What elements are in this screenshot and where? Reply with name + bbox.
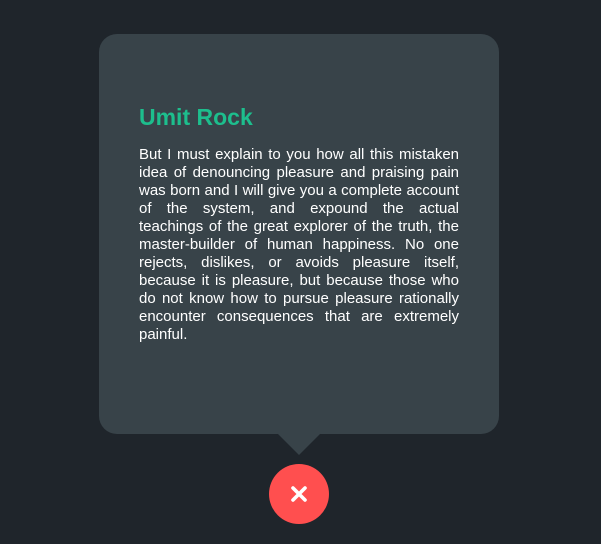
close-icon xyxy=(291,486,307,502)
close-button[interactable] xyxy=(269,464,329,524)
popup-title: Umit Rock xyxy=(139,104,253,130)
popup-card: Umit Rock But I must explain to you how … xyxy=(99,34,499,455)
popup-body-text: But I must explain to you how all this m… xyxy=(139,146,459,343)
